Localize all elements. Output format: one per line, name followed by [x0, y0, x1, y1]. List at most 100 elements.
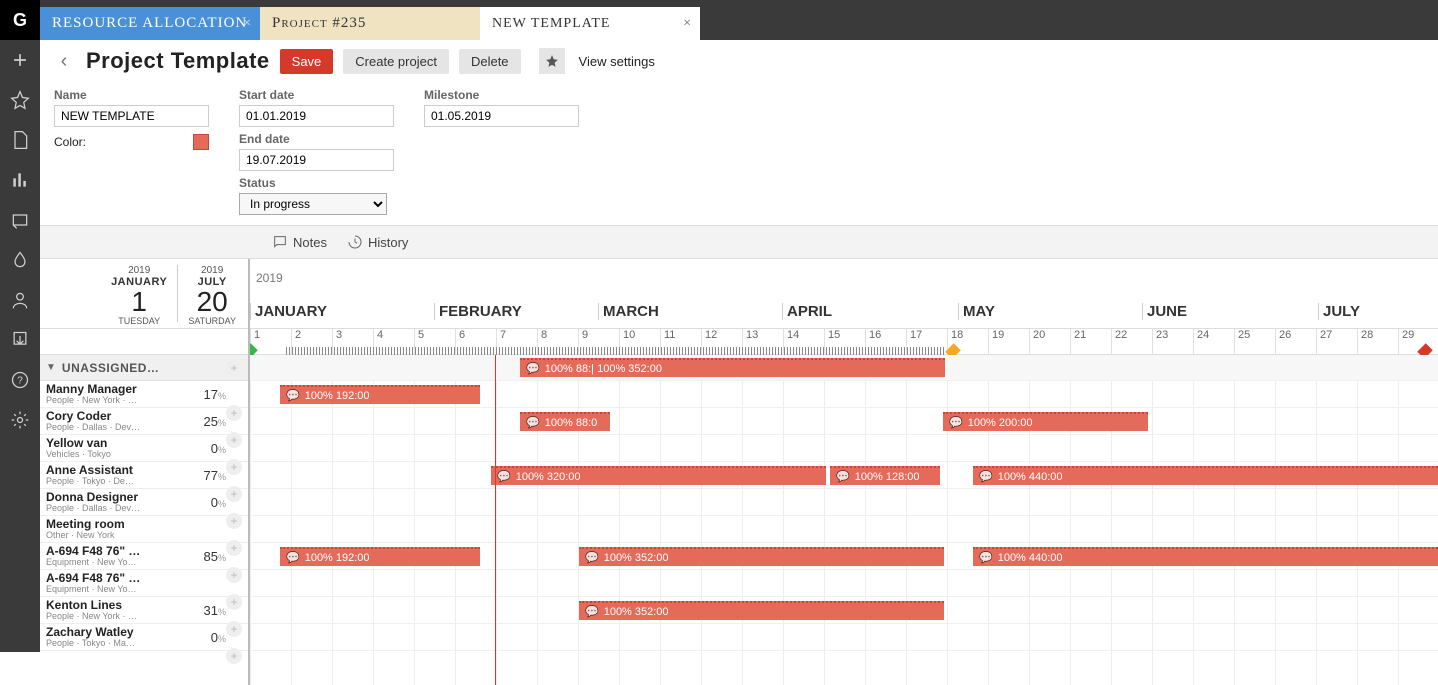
tab-label: RESOURCE ALLOCATION [52, 15, 247, 32]
group-unassigned[interactable]: ▼ UNASSIGNED… + [40, 355, 248, 381]
resource-row[interactable]: Manny ManagerPeople · New York · …17%+ [40, 381, 248, 408]
tab-resource-allocation[interactable]: RESOURCE ALLOCATION× [40, 7, 260, 40]
history-button[interactable]: History [347, 234, 408, 250]
month-header: JULY [1318, 303, 1438, 320]
resource-pct: 0% [211, 441, 226, 456]
resource-row[interactable]: Donna DesignerPeople · Dallas · Dev…0%+ [40, 489, 248, 516]
task-bar[interactable]: 💬100% 88:0 [520, 412, 610, 431]
export-icon[interactable] [10, 330, 30, 350]
gantt-row: 💬100% 320:00💬100% 128:00 💬100% 440:00 [250, 462, 1438, 489]
chart-icon[interactable] [10, 170, 30, 190]
close-icon[interactable]: × [683, 16, 692, 32]
name-label: Name [54, 88, 209, 102]
favorite-button[interactable] [539, 48, 565, 74]
add-icon[interactable] [10, 50, 30, 70]
back-button[interactable]: ‹ [52, 49, 76, 73]
resource-row[interactable]: Yellow vanVehicles · Tokyo0%+ [40, 435, 248, 462]
week-header: 25 [1234, 329, 1275, 355]
status-label: Status [239, 176, 394, 190]
week-header: 21 [1070, 329, 1111, 355]
resource-row[interactable]: Anne AssistantPeople · Tokyo · De…77%+ [40, 462, 248, 489]
task-bar[interactable]: 💬100% 192:00 [280, 547, 480, 566]
status-select[interactable]: In progress [239, 193, 387, 215]
month-header: FEBRUARY [434, 303, 598, 320]
task-bar[interactable]: 💬100% 128:00 [830, 466, 940, 485]
help-icon[interactable]: ? [10, 370, 30, 390]
task-bar[interactable]: 💬100% 200:00 [943, 412, 1148, 431]
resource-row[interactable]: A-694 F48 76" …Equipment · New Yo…+ [40, 570, 248, 597]
gantt-row [250, 489, 1438, 516]
color-label: Color: [54, 135, 86, 149]
milestone-label: Milestone [424, 88, 579, 102]
document-icon[interactable] [10, 130, 30, 150]
delete-button[interactable]: Delete [459, 49, 521, 74]
task-bar[interactable]: 💬100% 352:00 [579, 547, 944, 566]
comment-icon: 💬 [979, 470, 993, 483]
page-title: Project Template [86, 48, 270, 74]
resource-pct: 0% [211, 495, 226, 510]
comment-icon: 💬 [836, 470, 850, 483]
save-button[interactable]: Save [280, 49, 334, 74]
resource-row[interactable]: Zachary WatleyPeople · Tokyo · Ma…0%+ [40, 624, 248, 651]
task-bar[interactable]: 💬100% 440:00 [973, 547, 1438, 566]
person-icon[interactable] [10, 290, 30, 310]
year-label: 2019 [256, 271, 283, 285]
resource-row[interactable]: Kenton LinesPeople · New York · …31%+ [40, 597, 248, 624]
notes-button[interactable]: Notes [272, 234, 327, 250]
resource-row[interactable]: Meeting roomOther · New York+ [40, 516, 248, 543]
task-bar[interactable]: 💬100% 440:00 [973, 466, 1438, 485]
milestone-input[interactable] [424, 105, 579, 127]
comment-icon: 💬 [585, 605, 599, 618]
tab-label: NEW TEMPLATE [492, 16, 610, 32]
gantt-row: 💬100% 192:00 [250, 381, 1438, 408]
week-header: 27 [1316, 329, 1357, 355]
week-header: 19 [988, 329, 1029, 355]
drop-icon[interactable] [10, 250, 30, 270]
chevron-down-icon[interactable]: ▼ [46, 362, 56, 373]
star-icon[interactable] [10, 90, 30, 110]
start-date-input[interactable] [239, 105, 394, 127]
gear-icon[interactable] [10, 410, 30, 430]
week-header: 20 [1029, 329, 1070, 355]
comment-icon: 💬 [585, 551, 599, 564]
create-project-button[interactable]: Create project [343, 49, 449, 74]
week-header: 26 [1275, 329, 1316, 355]
tab-new-template[interactable]: NEW TEMPLATE × [480, 7, 700, 40]
month-header: APRIL [782, 303, 958, 320]
gantt-row: 💬100% 192:00 💬100% 352:00 💬100% 440:00 [250, 543, 1438, 570]
tab-project-235[interactable]: Project #235 [260, 7, 480, 40]
gantt-row [250, 435, 1438, 462]
week-header: 23 [1152, 329, 1193, 355]
add-resource-button[interactable]: + [226, 360, 242, 376]
board-icon[interactable] [10, 210, 30, 230]
week-header: 28 [1357, 329, 1398, 355]
end-date-display: 2019 JULY 20 SATURDAY [177, 265, 236, 322]
month-header: JANUARY [250, 303, 434, 320]
close-icon[interactable]: × [243, 16, 252, 32]
comment-icon: 💬 [497, 470, 511, 483]
resource-row[interactable]: Cory CoderPeople · Dallas · Dev…25%+ [40, 408, 248, 435]
color-swatch[interactable] [193, 134, 209, 150]
resource-pct: 0% [211, 630, 226, 645]
month-header: JUNE [1142, 303, 1318, 320]
task-bar[interactable]: 💬100% 352:00 [579, 601, 944, 620]
resource-pct: 85% [204, 549, 226, 564]
task-bar[interactable]: 💬100% 320:00 [491, 466, 826, 485]
month-header: MAY [958, 303, 1142, 320]
view-settings[interactable]: View settings [579, 54, 655, 69]
start-date-display: 2019 JANUARY 1 TUESDAY [111, 265, 167, 322]
name-input[interactable] [54, 105, 209, 127]
month-header: MARCH [598, 303, 782, 320]
logo[interactable]: G [0, 0, 40, 40]
comment-icon: 💬 [526, 362, 540, 375]
task-bar[interactable]: 💬100% 88:| 100% 352:00 [520, 358, 945, 377]
add-task-button[interactable]: + [226, 648, 242, 664]
resource-pct: 31% [204, 603, 226, 618]
resource-row[interactable]: A-694 F48 76" …Equipment · New Yo…85%+ [40, 543, 248, 570]
resource-pct: 77% [204, 468, 226, 483]
comment-icon: 💬 [286, 389, 300, 402]
task-bar[interactable]: 💬100% 192:00 [280, 385, 480, 404]
end-date-label: End date [239, 132, 394, 146]
resource-meta: Other · New York [46, 531, 242, 540]
end-date-input[interactable] [239, 149, 394, 171]
